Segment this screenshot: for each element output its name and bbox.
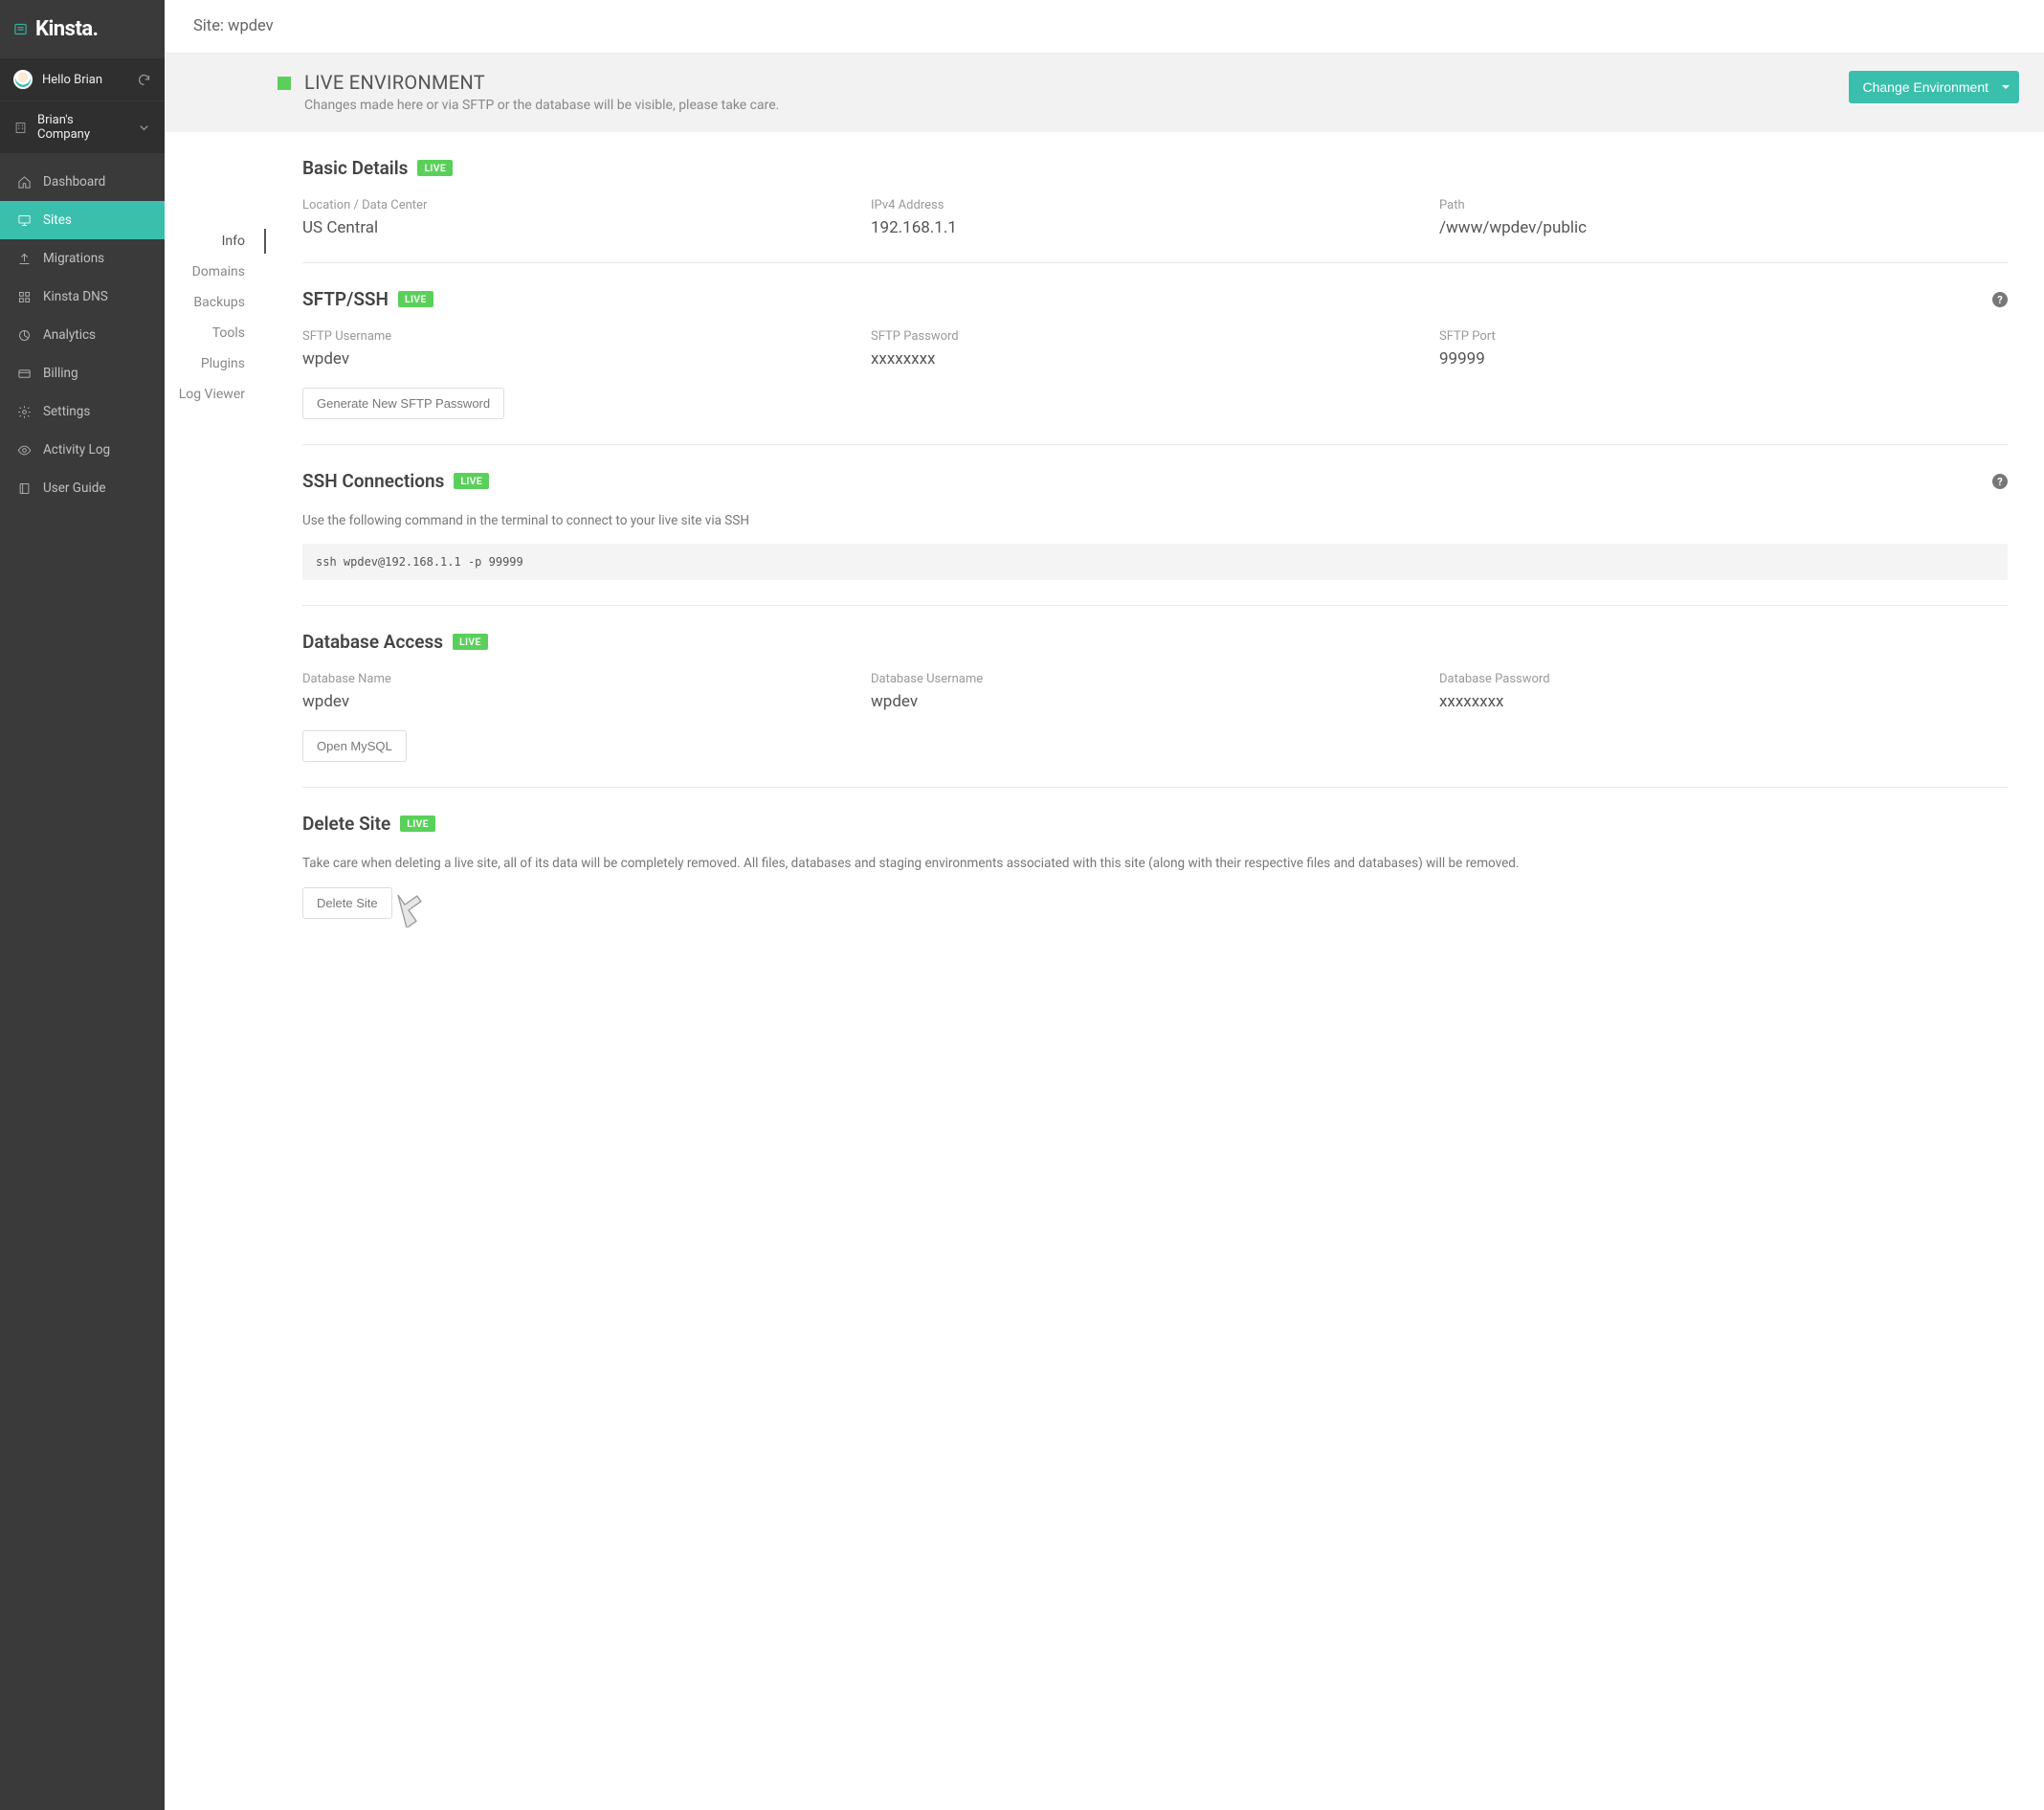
sidebar-item-label: User Guide	[43, 480, 106, 496]
sidebar-item-activity-log[interactable]: Activity Log	[0, 431, 165, 469]
avatar	[13, 70, 33, 89]
company-block[interactable]: Brian's Company	[0, 101, 165, 153]
value-sftp-username: wpdev	[302, 349, 871, 369]
section-title-db: Database Access	[302, 631, 443, 653]
building-icon	[13, 121, 28, 135]
sidebar-item-migrations[interactable]: Migrations	[0, 239, 165, 278]
subnav-item-backups[interactable]: Backups	[165, 287, 266, 318]
environment-strip: LIVE ENVIRONMENT Changes made here or vi…	[165, 54, 2044, 132]
value-sftp-password: xxxxxxxx	[871, 349, 1439, 369]
sidebar-item-label: Dashboard	[43, 174, 105, 190]
value-db-password: xxxxxxxx	[1439, 692, 2008, 711]
section-title-basic: Basic Details	[302, 157, 408, 179]
content: Basic Details LIVE Location / Data Cente…	[266, 132, 2044, 1017]
environment-subtitle: Changes made here or via SFTP or the dat…	[304, 98, 779, 113]
sidebar-item-label: Activity Log	[43, 442, 110, 458]
grid-icon	[17, 290, 32, 304]
value-sftp-port: 99999	[1439, 349, 2008, 369]
sidebar-item-label: Migrations	[43, 251, 104, 266]
sidebar-item-sites[interactable]: Sites	[0, 201, 165, 239]
label-db-password: Database Password	[1439, 672, 2008, 686]
monitor-icon	[17, 213, 32, 228]
user-block[interactable]: Hello Brian	[0, 58, 165, 101]
company-name: Brian's Company	[37, 113, 118, 142]
book-icon	[17, 481, 32, 496]
section-sftp-ssh: ? SFTP/SSH LIVE SFTP Username wpdev SFTP…	[302, 288, 2008, 445]
sidebar-item-label: Kinsta DNS	[43, 289, 108, 304]
delete-site-button[interactable]: Delete Site	[302, 887, 392, 919]
label-sftp-password: SFTP Password	[871, 329, 1439, 344]
live-badge: LIVE	[454, 473, 489, 489]
sidebar-item-dashboard[interactable]: Dashboard	[0, 163, 165, 201]
subnav-item-domains[interactable]: Domains	[165, 257, 266, 287]
subnav-item-tools[interactable]: Tools	[165, 318, 266, 348]
delete-description: Take care when deleting a live site, all…	[302, 854, 2008, 873]
brand-name: Kinsta.	[35, 17, 99, 41]
section-title-sftp: SFTP/SSH	[302, 288, 389, 310]
sidebar-item-billing[interactable]: Billing	[0, 354, 165, 392]
label-db-username: Database Username	[871, 672, 1439, 686]
sidebar-item-user-guide[interactable]: User Guide	[0, 469, 165, 507]
brand-icon	[13, 22, 28, 36]
sidebar-item-label: Settings	[43, 404, 90, 419]
ssh-description: Use the following command in the termina…	[302, 511, 2008, 530]
sidebar-item-analytics[interactable]: Analytics	[0, 316, 165, 354]
value-db-username: wpdev	[871, 692, 1439, 711]
user-greeting: Hello Brian	[42, 73, 102, 87]
value-location: US Central	[302, 218, 871, 237]
label-db-name: Database Name	[302, 672, 871, 686]
live-badge: LIVE	[400, 816, 435, 832]
sidebar: Kinsta. Hello Brian Brian's Company Dash…	[0, 0, 165, 1810]
brand-logo[interactable]: Kinsta.	[0, 0, 165, 58]
value-db-name: wpdev	[302, 692, 871, 711]
value-path: /www/wpdev/public	[1439, 218, 2008, 237]
subnav-item-info[interactable]: Info	[165, 226, 266, 257]
sidebar-item-settings[interactable]: Settings	[0, 392, 165, 431]
change-environment-button[interactable]: Change Environment	[1849, 71, 2019, 103]
sidebar-item-kinsta-dns[interactable]: Kinsta DNS	[0, 278, 165, 316]
section-title-delete: Delete Site	[302, 813, 390, 835]
section-delete-site: Delete Site LIVE Take care when deleting…	[302, 813, 2008, 943]
cursor-arrow-icon	[387, 887, 427, 927]
live-badge: LIVE	[417, 160, 453, 176]
subnav-item-plugins[interactable]: Plugins	[165, 348, 266, 379]
live-badge: LIVE	[453, 634, 488, 650]
environment-title: LIVE ENVIRONMENT	[304, 71, 779, 94]
sidebar-nav: Dashboard Sites Migrations Kinsta DNS Analyt…	[0, 153, 165, 507]
card-icon	[17, 367, 32, 381]
section-ssh-connections: ? SSH Connections LIVE Use the following…	[302, 470, 2008, 606]
ssh-command[interactable]: ssh wpdev@192.168.1.1 -p 99999	[302, 544, 2008, 580]
gear-icon	[17, 405, 32, 419]
pie-icon	[17, 328, 32, 343]
subnav-item-log-viewer[interactable]: Log Viewer	[165, 379, 266, 410]
chevron-down-icon[interactable]	[137, 121, 151, 135]
live-badge: LIVE	[398, 291, 433, 307]
section-database-access: Database Access LIVE Database Name wpdev…	[302, 631, 2008, 788]
topbar: Site: wpdev	[165, 0, 2044, 54]
site-subnav: InfoDomainsBackupsToolsPluginsLog Viewer	[165, 132, 266, 1017]
generate-sftp-password-button[interactable]: Generate New SFTP Password	[302, 388, 504, 419]
sidebar-item-label: Sites	[43, 212, 72, 228]
section-basic-details: Basic Details LIVE Location / Data Cente…	[302, 157, 2008, 263]
label-sftp-username: SFTP Username	[302, 329, 871, 344]
open-mysql-button[interactable]: Open MySQL	[302, 730, 407, 762]
label-sftp-port: SFTP Port	[1439, 329, 2008, 344]
label-path: Path	[1439, 198, 2008, 212]
label-location: Location / Data Center	[302, 198, 871, 212]
label-ipv4: IPv4 Address	[871, 198, 1439, 212]
refresh-icon[interactable]	[137, 73, 151, 87]
upload-icon	[17, 252, 32, 266]
help-icon[interactable]: ?	[1992, 292, 2008, 307]
eye-icon	[17, 443, 32, 458]
value-ipv4: 192.168.1.1	[871, 218, 1439, 237]
page-title: Site: wpdev	[193, 17, 274, 35]
help-icon[interactable]: ?	[1992, 474, 2008, 489]
section-title-ssh: SSH Connections	[302, 470, 444, 492]
home-icon	[17, 175, 32, 190]
sidebar-item-label: Analytics	[43, 327, 96, 343]
live-indicator-square	[278, 77, 291, 90]
sidebar-item-label: Billing	[43, 366, 78, 381]
